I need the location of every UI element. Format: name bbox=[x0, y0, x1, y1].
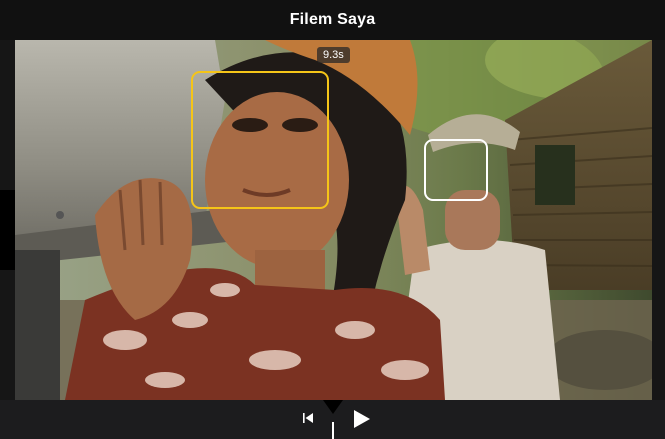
face-tracking-box-primary[interactable] bbox=[191, 71, 329, 209]
play-icon[interactable] bbox=[350, 408, 372, 430]
playhead-line[interactable] bbox=[332, 422, 334, 439]
playhead-marker[interactable] bbox=[323, 400, 343, 414]
right-edge-strip bbox=[652, 40, 665, 400]
face-tracking-box-secondary[interactable] bbox=[424, 139, 488, 201]
project-title: Filem Saya bbox=[289, 11, 376, 28]
skip-to-start-icon[interactable] bbox=[300, 410, 316, 426]
title-bar: Filem Saya bbox=[0, 0, 665, 40]
time-badge: 9.3s bbox=[317, 47, 350, 63]
video-viewer[interactable] bbox=[15, 40, 652, 400]
video-frame bbox=[15, 40, 652, 400]
left-edge-handle bbox=[0, 190, 15, 270]
